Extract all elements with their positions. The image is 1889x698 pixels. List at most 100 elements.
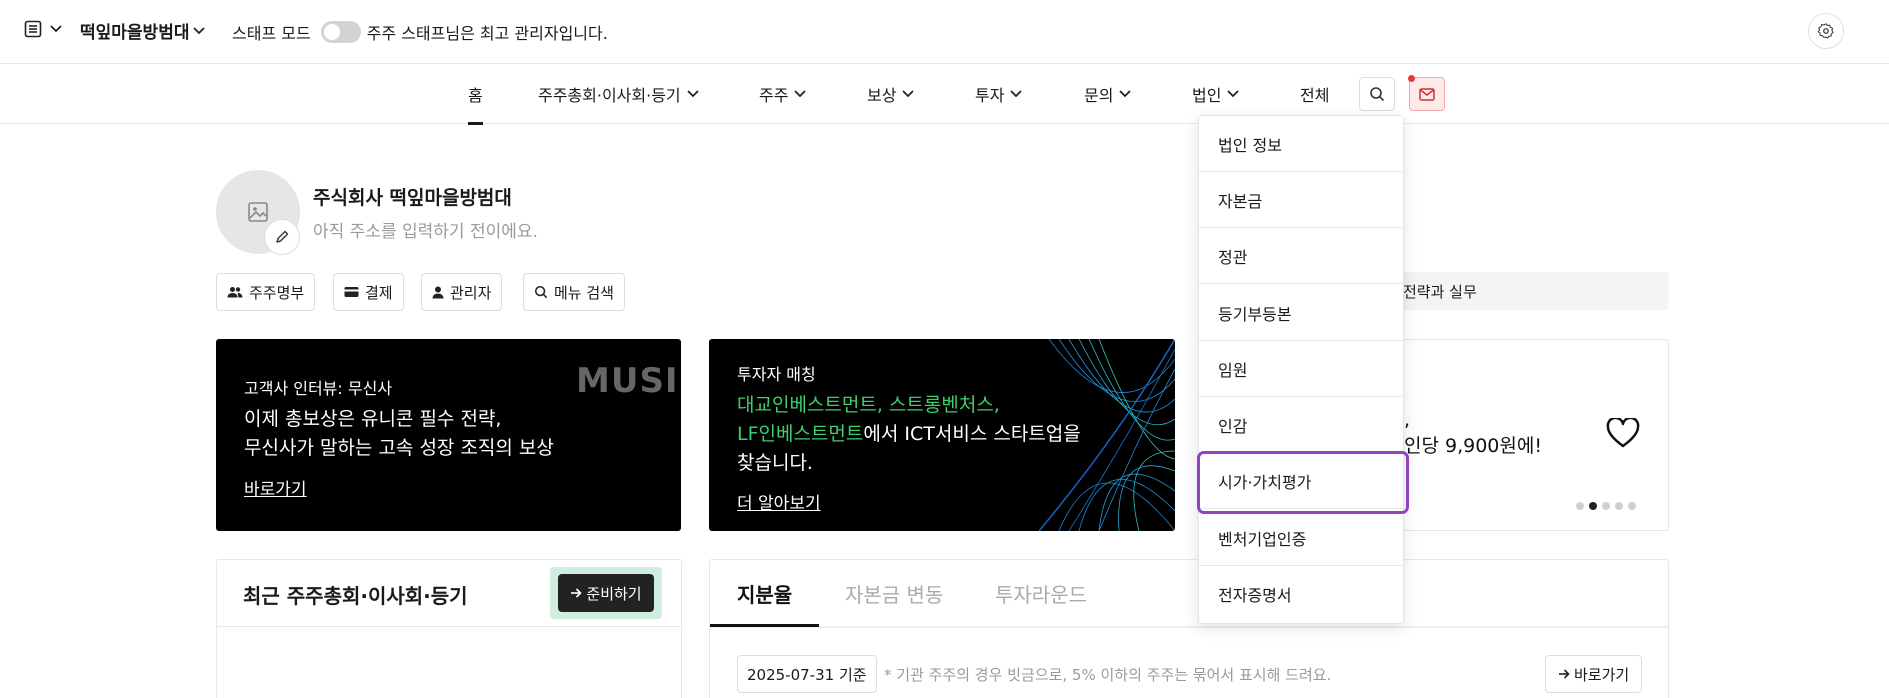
mail-button[interactable] (1408, 75, 1445, 111)
admin-notice: 주주 스태프님은 최고 관리자입니다. (366, 24, 608, 43)
banner-title-line-2: 인당 9,900원에! (1404, 435, 1542, 457)
menu-item-venture-certification[interactable]: 벤처기업인증 (1199, 510, 1403, 566)
search-icon (534, 285, 548, 299)
carousel-dot[interactable] (1602, 502, 1610, 510)
info-strip-text: 전략과 실무 (1403, 282, 1477, 301)
menu-item-capital[interactable]: 자본금 (1199, 172, 1403, 228)
nav-shareholders[interactable]: 주주 (759, 64, 807, 124)
menu-item-electronic-certificate[interactable]: 전자증명서 (1199, 566, 1403, 622)
top-bar: 떡잎마을방범대 스태프 모드 주주 스태프님은 최고 관리자입니다. (0, 0, 1889, 64)
tab-capital-change[interactable]: 자본금 변동 (845, 560, 943, 627)
tab-ownership[interactable]: 지분율 (710, 560, 820, 627)
carousel-dot[interactable] (1576, 502, 1584, 510)
company-switcher[interactable]: 떡잎마을방범대 (80, 18, 206, 43)
banner-title-line-1: 이제 총보상은 유니콘 필수 전략, (244, 408, 502, 430)
tab-investment-round-label: 투자라운드 (995, 583, 1087, 607)
info-strip[interactable]: 전략과 실무 (1395, 272, 1669, 310)
chevron-down-icon (50, 25, 62, 33)
prepare-button-label: 준비하기 (586, 584, 642, 603)
company-switcher-label: 떡잎마을방범대 (80, 23, 190, 43)
banner-investor-name: LF인베스트먼트 (737, 423, 864, 445)
tab-ownership-label: 지분율 (737, 583, 793, 607)
prepare-button[interactable]: 준비하기 (558, 574, 654, 612)
carousel-dot[interactable] (1628, 502, 1636, 510)
nav-investment-label: 투자 (975, 86, 1005, 105)
menu-search-button[interactable]: 메뉴 검색 (523, 273, 625, 311)
menu-search-label: 메뉴 검색 (554, 283, 614, 302)
banner-investor-matching[interactable]: 투자자 매칭 대교인베스트먼트, 스트롱벤처스, LF인베스트먼트에서 ICT서… (709, 339, 1175, 531)
menu-item-corporate-info[interactable]: 법인 정보 (1199, 116, 1403, 172)
nav-meetings-label: 주주총회·이사회·등기 (538, 86, 681, 105)
arrow-right-icon (570, 588, 583, 598)
image-placeholder-icon (247, 201, 269, 223)
banner-title-line-2: LF인베스트먼트에서 ICT서비스 스타트업을 (737, 420, 1081, 449)
tab-capital-change-label: 자본금 변동 (845, 583, 944, 607)
nav-home[interactable]: 홈 (468, 64, 483, 125)
chevron-down-icon (794, 90, 807, 98)
arrow-right-icon (1558, 669, 1570, 679)
tab-investment-round[interactable]: 투자라운드 (995, 560, 1087, 627)
goto-button[interactable]: 바로가기 (1545, 655, 1643, 693)
settings-button[interactable] (1808, 13, 1844, 49)
carousel-dot[interactable] (1615, 502, 1623, 510)
menu-item-label: 임원 (1218, 360, 1248, 380)
edit-avatar-button[interactable] (264, 219, 300, 255)
notification-dot (1408, 75, 1415, 82)
chevron-down-icon (1010, 90, 1023, 98)
shareholder-register-label: 주주명부 (249, 283, 305, 302)
banner-link[interactable]: 바로가기 (244, 475, 307, 500)
staff-mode: 스태프 모드 주주 스태프님은 최고 관리자입니다. (232, 20, 608, 44)
banner-musinsa-interview[interactable]: MUSIN 고객사 인터뷰: 무신사 이제 총보상은 유니콘 필수 전략, 무신… (216, 339, 681, 531)
menu-item-label: 정관 (1218, 247, 1248, 267)
menu-item-officers[interactable]: 임원 (1199, 341, 1403, 397)
admin-label: 관리자 (450, 283, 492, 302)
musinsa-logo: MUSIN (576, 361, 681, 401)
banner-title-line-1: 대교인베스트먼트, 스트롱벤처스, (737, 394, 1000, 416)
menu-toggle[interactable] (24, 20, 62, 38)
recent-meetings-title: 최근 주주총회·이사회·등기 (243, 584, 468, 608)
payment-button[interactable]: 결제 (333, 273, 404, 311)
ownership-note: * 기관 주주의 경우 빗금으로, 5% 이하의 주주는 묶어서 표시해 드려요… (884, 666, 1332, 684)
banner-title-line-3: 찾습니다. (737, 452, 813, 474)
banner-subtitle: 고객사 인터뷰: 무신사 (244, 379, 393, 398)
nav-investment[interactable]: 투자 (975, 64, 1023, 124)
menu-item-label: 전자증명서 (1218, 586, 1292, 605)
pencil-icon (274, 229, 290, 245)
card-icon (344, 286, 359, 298)
chevron-down-icon (687, 90, 699, 98)
admin-button[interactable]: 관리자 (421, 273, 503, 311)
carousel-dots (1576, 502, 1636, 510)
main-nav: 홈 주주총회·이사회·등기 주주 보상 투자 문의 법인 전체 (0, 64, 1889, 125)
banner-title-line-2: 무신사가 말하는 고속 성장 조직의 보상 (244, 437, 554, 459)
menu-item-label: 등기부등본 (1218, 304, 1292, 324)
nav-shareholders-label: 주주 (759, 86, 789, 105)
nav-all-label: 전체 (1300, 86, 1330, 105)
date-chip-label: 2025-07-31 기준 (747, 665, 867, 684)
date-chip: 2025-07-31 기준 (737, 655, 877, 693)
nav-compensation[interactable]: 보상 (867, 64, 915, 124)
menu-item-label: 법인 정보 (1218, 135, 1282, 155)
banner-link[interactable]: 더 알아보기 (737, 489, 821, 514)
nav-compensation-label: 보상 (867, 86, 897, 105)
list-icon (24, 20, 42, 38)
gear-icon (1817, 22, 1835, 40)
heart-icon[interactable] (1606, 418, 1640, 448)
nav-search-button[interactable] (1359, 77, 1395, 111)
user-icon (432, 286, 444, 299)
carousel-dot[interactable] (1589, 502, 1597, 510)
mail-icon (1419, 87, 1435, 101)
chevron-down-icon (193, 26, 206, 35)
menu-item-label: 자본금 (1218, 191, 1263, 211)
company-address[interactable]: 아직 주소를 입력하기 전이에요. (313, 217, 538, 242)
menu-item-label: 벤처기업인증 (1218, 529, 1307, 549)
menu-item-articles[interactable]: 정관 (1199, 228, 1403, 284)
nav-meetings[interactable]: 주주총회·이사회·등기 (538, 64, 699, 124)
shareholder-register-button[interactable]: 주주명부 (216, 273, 316, 311)
staff-mode-toggle[interactable] (320, 21, 361, 43)
menu-item-seal[interactable]: 인감 (1199, 397, 1403, 453)
menu-item-registry[interactable]: 등기부등본 (1199, 285, 1403, 341)
chevron-down-icon (1119, 90, 1132, 98)
search-icon (1369, 86, 1385, 102)
nav-inquiry[interactable]: 문의 (1084, 64, 1132, 124)
chevron-down-icon (902, 90, 915, 98)
